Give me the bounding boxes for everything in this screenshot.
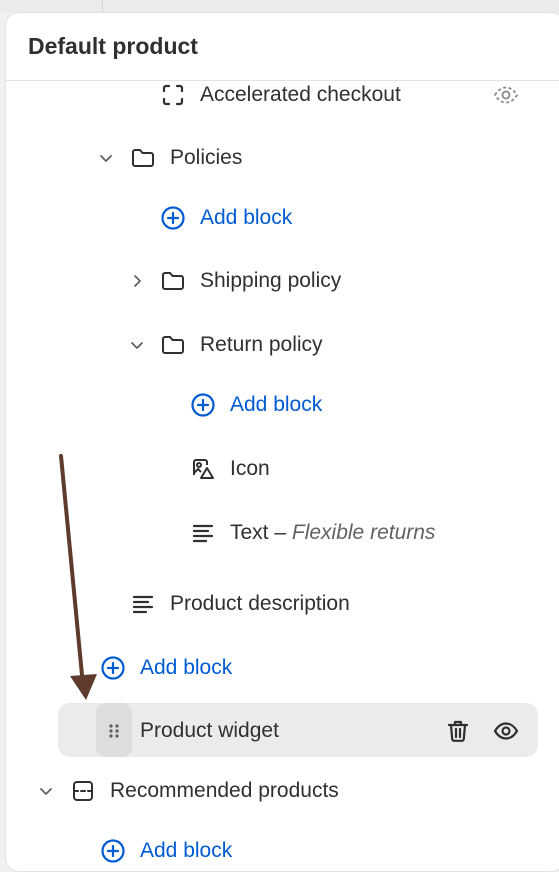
chevron-down-icon[interactable] bbox=[128, 336, 146, 354]
sidebar-panel: Default product Accelerated checkout Pol… bbox=[5, 12, 559, 872]
tree-item-shipping-policy[interactable]: Shipping policy bbox=[6, 253, 559, 309]
text-block-detail: Flexible returns bbox=[291, 521, 436, 544]
add-block-button[interactable]: Add block bbox=[6, 640, 559, 696]
tree-item-icon[interactable]: Icon bbox=[6, 441, 559, 497]
folder-icon bbox=[160, 268, 186, 294]
top-strip bbox=[0, 0, 559, 12]
add-block-label: Add block bbox=[200, 206, 293, 229]
eye-icon[interactable] bbox=[492, 717, 520, 745]
tree-item-accelerated-checkout[interactable]: Accelerated checkout bbox=[6, 67, 559, 123]
tree-item-policies[interactable]: Policies bbox=[6, 130, 559, 186]
separator: – bbox=[268, 521, 292, 544]
chevron-right-icon[interactable] bbox=[128, 272, 146, 290]
tree-item-label: Shipping policy bbox=[200, 269, 342, 292]
tree-item-label: Recommended products bbox=[110, 779, 339, 802]
text-block-name: Text bbox=[230, 521, 269, 544]
tree-item-text[interactable]: Text – Flexible returns bbox=[6, 505, 559, 561]
add-block-button[interactable]: Add block bbox=[6, 377, 559, 433]
drag-handle-icon[interactable] bbox=[101, 718, 127, 744]
chevron-down-icon[interactable] bbox=[37, 782, 55, 800]
plus-circle-icon bbox=[100, 838, 126, 864]
trash-icon[interactable] bbox=[444, 717, 472, 745]
text-lines-icon bbox=[190, 520, 216, 546]
add-block-label: Add block bbox=[230, 393, 323, 416]
tree-item-label: Accelerated checkout bbox=[200, 83, 401, 106]
tree-item-label: Product widget bbox=[140, 719, 279, 742]
tree-item-return-policy[interactable]: Return policy bbox=[6, 317, 559, 373]
plus-circle-icon bbox=[190, 392, 216, 418]
tree-item-label: Return policy bbox=[200, 333, 323, 356]
eye-hidden-icon[interactable] bbox=[492, 81, 520, 109]
divider bbox=[102, 0, 103, 12]
tree-item-label: Text – Flexible returns bbox=[230, 521, 435, 545]
add-block-button[interactable]: Add block bbox=[6, 190, 559, 246]
tree-item-label: Product description bbox=[170, 592, 350, 615]
dashed-square-icon bbox=[160, 82, 186, 108]
plus-circle-icon bbox=[160, 205, 186, 231]
tree-item-label: Icon bbox=[230, 457, 270, 480]
chevron-down-icon[interactable] bbox=[97, 149, 115, 167]
tree-item-product-description[interactable]: Product description bbox=[6, 576, 559, 632]
section-icon bbox=[70, 778, 96, 804]
text-lines-icon bbox=[130, 591, 156, 617]
folder-icon bbox=[130, 145, 156, 171]
tree-item-label: Policies bbox=[170, 146, 243, 169]
page-title: Default product bbox=[28, 33, 198, 59]
tree-item-recommended-products[interactable]: Recommended products bbox=[6, 763, 559, 819]
tree-item-product-widget[interactable]: Product widget bbox=[6, 703, 559, 759]
add-block-label: Add block bbox=[140, 656, 233, 679]
image-icon bbox=[190, 456, 216, 482]
add-block-button[interactable]: Add block bbox=[6, 823, 559, 871]
add-block-label: Add block bbox=[140, 839, 233, 862]
plus-circle-icon bbox=[100, 655, 126, 681]
folder-icon bbox=[160, 332, 186, 358]
